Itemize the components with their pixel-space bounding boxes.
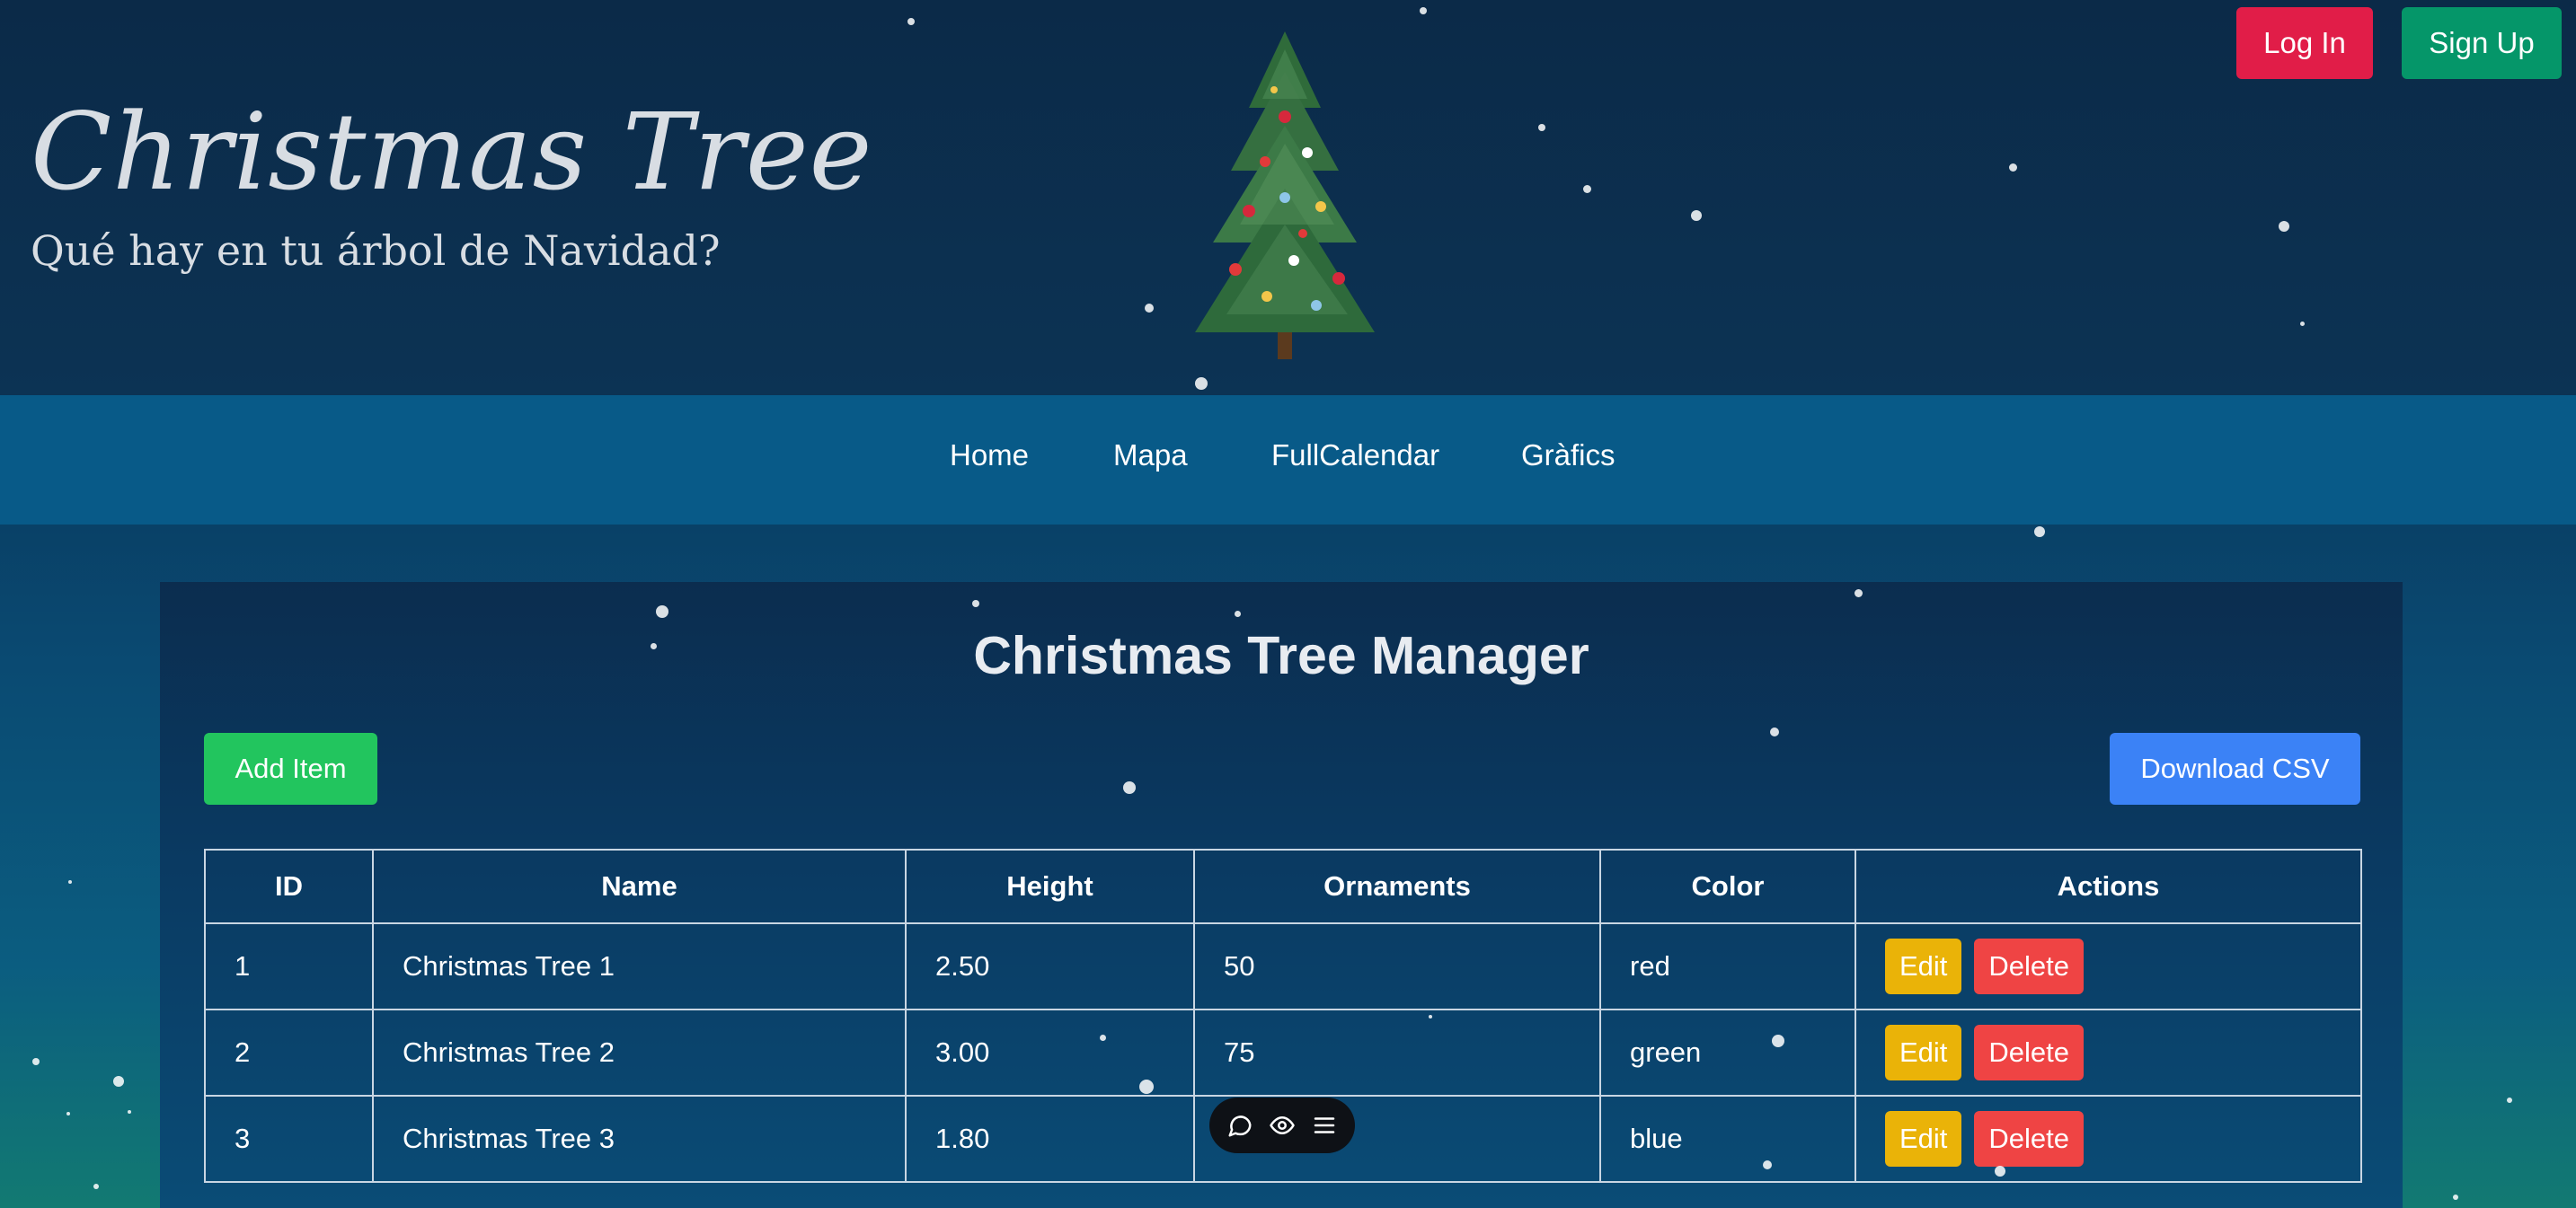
cell-id: 3: [204, 1095, 374, 1183]
snowflake: [113, 1076, 124, 1087]
cell-height: 1.80: [905, 1095, 1195, 1183]
nav-home[interactable]: Home: [950, 438, 1029, 472]
download-csv-button[interactable]: Download CSV: [2110, 733, 2360, 805]
snowflake: [2453, 1195, 2458, 1200]
cell-color: blue: [1599, 1095, 1856, 1183]
cell-id: 2: [204, 1009, 374, 1097]
snowflake: [32, 1058, 40, 1065]
nav-grafics[interactable]: Gràfics: [1521, 438, 1616, 472]
cell-name: Christmas Tree 1: [372, 922, 907, 1010]
edit-button[interactable]: Edit: [1885, 939, 1962, 994]
cell-color: red: [1599, 922, 1856, 1010]
cell-height: 3.00: [905, 1009, 1195, 1097]
floating-toolbar: [1209, 1098, 1355, 1153]
column-header-name: Name: [372, 849, 907, 924]
cell-ornaments: 50: [1193, 922, 1601, 1010]
column-header-color: Color: [1599, 849, 1856, 924]
eye-icon[interactable]: [1269, 1112, 1296, 1139]
edit-button[interactable]: Edit: [1885, 1025, 1962, 1080]
cell-actions: Edit Delete: [1855, 1009, 2362, 1097]
snowflake: [68, 880, 72, 884]
column-header-actions: Actions: [1855, 849, 2362, 924]
page-title: Christmas Tree Manager: [973, 626, 1589, 685]
column-header-height: Height: [905, 849, 1195, 924]
comment-icon[interactable]: [1226, 1112, 1253, 1139]
cell-name: Christmas Tree 3: [372, 1095, 907, 1183]
site-subtitle: Qué hay en tu árbol de Navidad?: [31, 226, 721, 275]
cell-name: Christmas Tree 2: [372, 1009, 907, 1097]
signup-button[interactable]: Sign Up: [2402, 7, 2562, 79]
edit-button[interactable]: Edit: [1885, 1111, 1962, 1167]
main-nav: Home Mapa FullCalendar Gràfics: [0, 395, 2576, 525]
nav-fullcalendar[interactable]: FullCalendar: [1271, 438, 1439, 472]
snowflake: [128, 1110, 131, 1114]
nav-mapa[interactable]: Mapa: [1113, 438, 1188, 472]
cell-actions: Edit Delete: [1855, 922, 2362, 1010]
table-header-row: ID Name Height Ornaments Color Actions: [204, 849, 2362, 924]
site-title: Christmas Tree: [31, 90, 873, 214]
cell-color: green: [1599, 1009, 1856, 1097]
snowflake: [66, 1112, 70, 1115]
delete-button[interactable]: Delete: [1974, 1025, 2085, 1080]
cell-id: 1: [204, 922, 374, 1010]
add-item-button[interactable]: Add Item: [204, 733, 377, 805]
table-row: 2 Christmas Tree 2 3.00 75 green Edit Del…: [204, 1009, 2362, 1097]
cell-height: 2.50: [905, 922, 1195, 1010]
column-header-id: ID: [204, 849, 374, 924]
christmas-tree-icon: [1195, 31, 1375, 359]
table-row: 1 Christmas Tree 1 2.50 50 red Edit Delet…: [204, 922, 2362, 1010]
delete-button[interactable]: Delete: [1974, 1111, 2085, 1167]
menu-icon[interactable]: [1311, 1112, 1338, 1139]
snowflake: [2034, 526, 2045, 537]
snowflake: [2507, 1098, 2512, 1103]
cell-ornaments: 75: [1193, 1009, 1601, 1097]
cell-actions: Edit Delete: [1855, 1095, 2362, 1183]
snowflake: [93, 1184, 99, 1189]
site-header: Christmas Tree Qué hay en tu árbol de Na…: [0, 0, 2576, 395]
delete-button[interactable]: Delete: [1974, 939, 2085, 994]
column-header-ornaments: Ornaments: [1193, 849, 1601, 924]
login-button[interactable]: Log In: [2236, 7, 2373, 79]
